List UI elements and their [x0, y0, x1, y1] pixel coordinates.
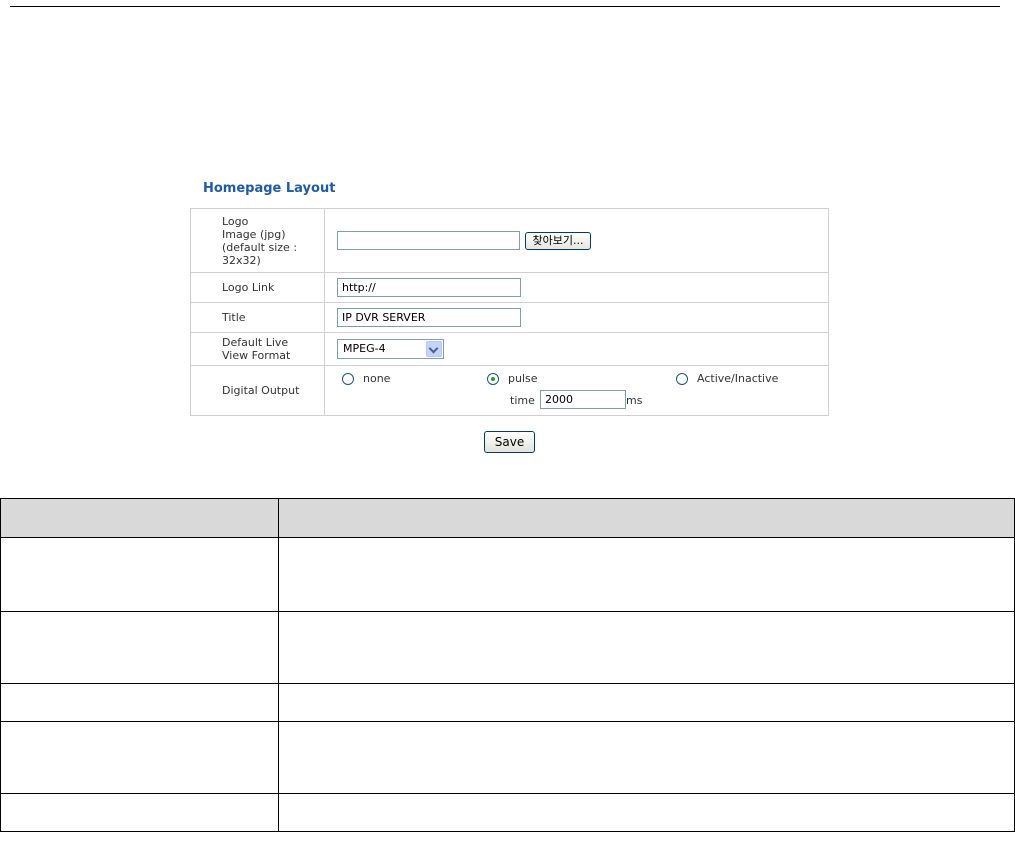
radio-active-inactive-icon [676, 372, 688, 385]
table-row [0, 721, 1015, 794]
time-input[interactable] [540, 390, 626, 409]
table-header-cell [0, 498, 279, 538]
digital-output-row: Digital Output none pulse Active/Inactiv… [190, 365, 829, 416]
title-input[interactable] [337, 308, 521, 327]
logo-image-row: Logo Image (jpg) (default size : 32x32) … [190, 208, 829, 273]
table-row [0, 683, 1015, 722]
radio-none-icon [342, 372, 354, 385]
homepage-layout-form: Logo Image (jpg) (default size : 32x32) … [190, 208, 829, 416]
time-label: time [510, 394, 535, 407]
live-view-label: Default Live View Format [190, 332, 325, 366]
title-row: Title [190, 302, 829, 333]
radio-none[interactable]: none [342, 372, 390, 385]
table-row [0, 793, 1015, 832]
save-button[interactable]: Save [484, 431, 535, 453]
table-header-cell [278, 498, 1015, 538]
logo-image-label: Logo Image (jpg) (default size : 32x32) [190, 208, 325, 273]
live-view-format-value: MPEG-4 [343, 342, 386, 355]
logo-link-row: Logo Link [190, 272, 829, 303]
radio-pulse[interactable]: pulse [487, 372, 538, 385]
chevron-down-icon[interactable] [426, 341, 442, 357]
radio-active-inactive[interactable]: Active/Inactive [676, 372, 778, 385]
table-row [0, 537, 1015, 612]
live-view-format-select[interactable]: MPEG-4 [337, 339, 444, 359]
live-view-row: Default Live View Format MPEG-4 [190, 332, 829, 366]
title-label: Title [190, 302, 325, 333]
logo-link-label: Logo Link [190, 272, 325, 303]
top-rule [10, 6, 1000, 7]
section-title: Homepage Layout [203, 181, 336, 196]
table-header-row [0, 498, 1015, 538]
description-table [0, 498, 1015, 832]
radio-pulse-icon [487, 372, 499, 385]
table-row [0, 611, 1015, 684]
logo-image-file-input[interactable] [337, 231, 520, 250]
browse-button[interactable]: 찾아보기... [524, 231, 592, 250]
logo-link-input[interactable] [337, 278, 521, 297]
time-unit: ms [626, 394, 643, 407]
digital-output-label: Digital Output [190, 365, 325, 416]
